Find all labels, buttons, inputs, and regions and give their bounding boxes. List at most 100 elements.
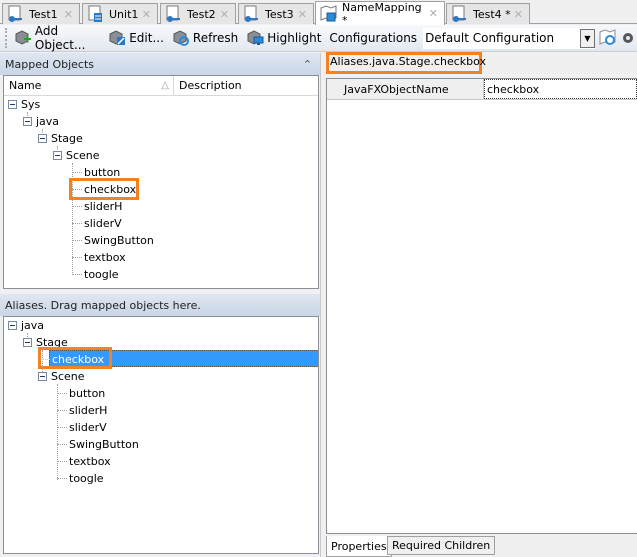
collapse-icon[interactable]: ⌃ xyxy=(303,58,312,71)
close-icon[interactable]: ✕ xyxy=(220,8,229,21)
collapse-node-icon[interactable] xyxy=(8,100,17,109)
node-label: Sys xyxy=(21,98,41,111)
node-label: SwingButton xyxy=(84,234,154,247)
node-label: toogle xyxy=(84,268,119,281)
alias-node-sliderv[interactable]: sliderV xyxy=(57,419,107,436)
tab-required-children[interactable]: Required Children xyxy=(387,536,496,555)
alias-node-java[interactable]: java xyxy=(8,317,44,334)
toolbar-grip[interactable] xyxy=(5,28,8,48)
tab-unit1[interactable]: Unit1 ✕ xyxy=(82,3,158,24)
refresh-button[interactable]: Refresh xyxy=(172,30,238,46)
aliases-title: Aliases. Drag mapped objects here. xyxy=(5,298,201,312)
tab-test2[interactable]: Test2 ✕ xyxy=(160,3,236,24)
close-icon[interactable]: ✕ xyxy=(429,7,438,20)
tab-properties[interactable]: Properties xyxy=(326,536,392,557)
collapse-node-icon[interactable] xyxy=(53,151,62,160)
test-key-icon xyxy=(451,5,469,23)
node-label: SwingButton xyxy=(69,438,139,451)
column-description[interactable]: Description xyxy=(174,76,318,95)
alias-node-toogle[interactable]: toogle xyxy=(57,470,104,487)
collapse-node-icon[interactable] xyxy=(8,321,17,330)
properties-grid: JavaFXObjectName checkbox xyxy=(326,78,637,534)
tree-node-swingbutton[interactable]: SwingButton xyxy=(72,232,154,249)
refresh-icon xyxy=(172,30,190,46)
node-label: Stage xyxy=(51,132,83,145)
alias-node-swingbutton[interactable]: SwingButton xyxy=(57,436,139,453)
alias-node-scene[interactable]: Scene xyxy=(38,368,85,385)
column-description-label: Description xyxy=(179,79,242,92)
tab-label: Unit1 xyxy=(109,7,139,21)
close-icon[interactable]: ✕ xyxy=(298,8,307,21)
alias-node-textbox[interactable]: textbox xyxy=(57,453,111,470)
unit-doc-icon xyxy=(87,5,105,23)
tree-node-toogle[interactable]: toogle xyxy=(72,266,119,283)
tab-namemapping[interactable]: NameMapping * ✕ xyxy=(315,0,445,27)
namemapping-icon xyxy=(320,4,338,23)
node-label: java xyxy=(36,115,60,128)
tab-label: Required Children xyxy=(392,539,491,552)
node-label: Scene xyxy=(51,370,85,383)
namemapping-editor: Test1 ✕ Unit1 ✕ Test2 ✕ Test3 ✕ NameMapp… xyxy=(0,0,637,557)
close-icon[interactable]: ✕ xyxy=(514,8,523,21)
highlight-button[interactable]: Highlight xyxy=(246,30,321,46)
edit-icon xyxy=(108,30,126,46)
tree-node-scene[interactable]: Scene xyxy=(53,147,100,164)
configuration-value: Default Configuration xyxy=(425,31,555,45)
tree-node-sys[interactable]: Sys xyxy=(8,96,40,113)
tab-label: Test1 xyxy=(29,7,58,21)
tree-node-stage[interactable]: Stage xyxy=(38,130,83,147)
node-label: button xyxy=(69,387,106,400)
refresh-label: Refresh xyxy=(192,31,239,45)
tab-label: Properties xyxy=(331,539,387,553)
close-icon[interactable]: ✕ xyxy=(142,8,151,21)
property-row[interactable]: JavaFXObjectName checkbox xyxy=(327,79,637,100)
tab-label: NameMapping * xyxy=(342,0,422,27)
column-name-label: Name xyxy=(9,79,42,92)
highlight-annotation xyxy=(69,178,139,200)
sort-icon: △ xyxy=(161,80,169,91)
chevron-down-icon[interactable]: ▼ xyxy=(580,28,595,48)
node-label: Scene xyxy=(66,149,100,162)
node-label: sliderV xyxy=(69,421,107,434)
configurations-label: Configurations xyxy=(329,31,418,45)
highlight-label: Highlight xyxy=(267,31,322,45)
property-name: JavaFXObjectName xyxy=(327,79,484,99)
tab-test4[interactable]: Test4 * ✕ xyxy=(446,3,530,24)
tree-node-textbox[interactable]: textbox xyxy=(72,249,126,266)
vertical-splitter[interactable] xyxy=(320,53,325,557)
refresh-map-icon[interactable] xyxy=(599,29,617,47)
add-object-button[interactable]: Add Object... xyxy=(14,24,100,52)
mapped-objects-title: Mapped Objects xyxy=(5,57,94,71)
tree-node-sliderv[interactable]: sliderV xyxy=(72,215,122,232)
test-key-icon xyxy=(165,5,183,23)
tab-test1[interactable]: Test1 ✕ xyxy=(2,3,80,24)
node-label: sliderH xyxy=(69,404,108,417)
tab-test3[interactable]: Test3 ✕ xyxy=(238,3,314,24)
aliases-header: Aliases. Drag mapped objects here. xyxy=(0,294,320,316)
collapse-node-icon[interactable] xyxy=(38,134,47,143)
configuration-select[interactable]: Default Configuration ▼ xyxy=(423,27,595,49)
tree-node-java[interactable]: java xyxy=(23,113,59,130)
property-value-input[interactable]: checkbox xyxy=(484,79,637,99)
highlight-annotation xyxy=(38,347,112,369)
add-object-label: Add Object... xyxy=(34,24,86,52)
object-path-label: Aliases.java.Stage.checkbox xyxy=(330,55,487,68)
mapped-objects-header: Mapped Objects ⌃ xyxy=(0,53,320,75)
tab-label: Test2 xyxy=(187,7,216,21)
tree-node-sliderh[interactable]: sliderH xyxy=(72,198,122,215)
node-label: toogle xyxy=(69,472,104,485)
toolbar: Add Object... Edit... Refresh Highlight … xyxy=(0,24,637,52)
highlight-icon xyxy=(246,30,264,46)
edit-label: Edit... xyxy=(129,31,164,45)
gear-icon[interactable] xyxy=(619,29,637,47)
collapse-node-icon[interactable] xyxy=(23,338,32,347)
collapse-node-icon[interactable] xyxy=(23,117,32,126)
edit-button[interactable]: Edit... xyxy=(108,30,164,46)
close-icon[interactable]: ✕ xyxy=(64,8,73,21)
mapped-objects-tree: Name △ Description Sys java Stage Scene xyxy=(3,75,319,289)
alias-node-sliderh[interactable]: sliderH xyxy=(57,402,107,419)
column-name[interactable]: Name △ xyxy=(4,76,174,95)
collapse-node-icon[interactable] xyxy=(38,372,47,381)
document-tabbar: Test1 ✕ Unit1 ✕ Test2 ✕ Test3 ✕ NameMapp… xyxy=(0,0,637,27)
alias-node-button[interactable]: button xyxy=(57,385,105,402)
